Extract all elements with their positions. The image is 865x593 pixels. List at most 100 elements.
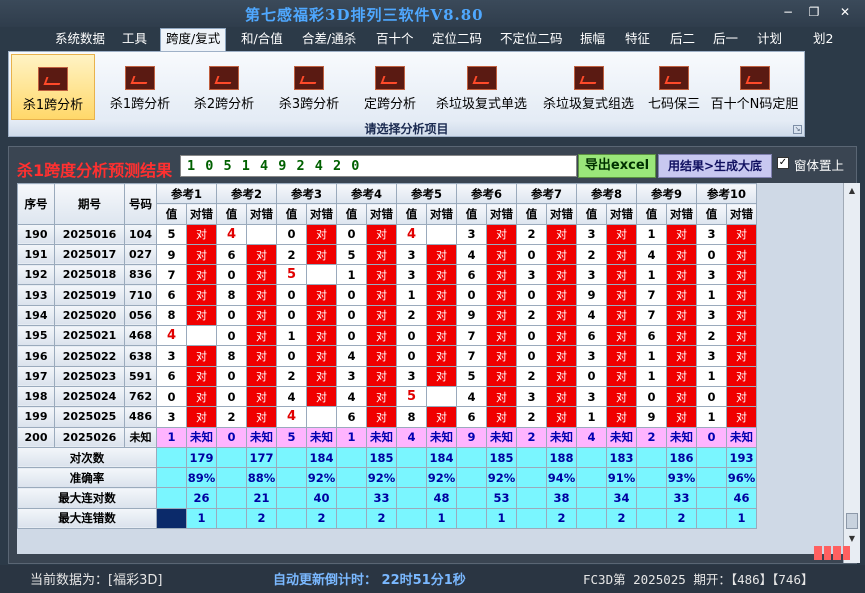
status-bar: 当前数据为：[福彩3D] 自动更新倒计时： 22时51分1秒 FC3D第 202…	[0, 565, 865, 593]
table-row[interactable]: 193 2025019 710 6 对 8 对 0 对 0 对 1 对 0 对 0 对 9 对 7 对 1 对	[17, 284, 757, 306]
stats-value: 96%	[726, 467, 757, 489]
header-value: 值	[216, 203, 247, 225]
close-button[interactable]: ✕	[836, 3, 854, 21]
ref-result: 对	[486, 243, 517, 266]
ref-value: 0	[276, 284, 307, 306]
ref-value: 3	[576, 223, 607, 245]
ref-result	[186, 325, 217, 347]
stay-on-top-checkbox[interactable]: ✓	[777, 157, 789, 169]
restore-button[interactable]: ❐	[805, 3, 823, 21]
menu-span-compound[interactable]: 跨度/复式	[160, 28, 227, 51]
ref-value: 3	[156, 406, 187, 428]
menu-amplitude[interactable]: 振幅	[580, 30, 605, 50]
table-row[interactable]: 195 2025021 468 4 0 对 1 对 0 对 0 对 7 对 0 对 6 对 6 对 2 对	[17, 325, 757, 347]
ref-value: 6	[156, 284, 187, 306]
row-period: 2025018	[54, 264, 125, 286]
table-row[interactable]: 198 2025024 762 0 对 0 对 4 对 4 对 5 4 对 3 对 3 对 0 对 0 对	[17, 385, 757, 408]
header-code: 号码	[124, 183, 157, 225]
analysis-panel: 杀1跨度分析预测结果 1 0 5 1 4 9 2 4 2 0 导出excel 用…	[8, 146, 860, 564]
menu-plan-2[interactable]: 划2	[813, 30, 833, 50]
scroll-thumb[interactable]	[846, 513, 858, 529]
menu-tools[interactable]: 工具	[122, 30, 147, 50]
menu-unfixed-two[interactable]: 不定位二码	[500, 30, 563, 50]
ref-value: 5	[336, 243, 367, 266]
result-numbers-field[interactable]: 1 0 5 1 4 9 2 4 2 0	[180, 155, 577, 177]
vertical-scrollbar[interactable]: ▲ ▼	[843, 183, 860, 563]
ref-value: 1	[696, 365, 727, 387]
scroll-up-icon[interactable]: ▲	[846, 185, 858, 197]
ribbon-label: 七码保三	[647, 97, 700, 112]
menu-features[interactable]: 特征	[625, 30, 650, 50]
ref-result: 对	[486, 223, 517, 245]
stats-empty	[576, 507, 607, 530]
header-correct: 对错	[366, 203, 397, 225]
kill1-span-button-selected[interactable]: 杀1跨分析	[11, 54, 95, 120]
ref-result: 对	[546, 223, 577, 245]
menu-sum[interactable]: 和/合值	[241, 30, 283, 50]
menu-last-one[interactable]: 后一	[713, 30, 738, 50]
ref-result: 对	[186, 304, 217, 327]
ref-value: 8	[216, 345, 247, 367]
seven-keep-three-button[interactable]: 七码保三	[643, 54, 705, 120]
row-seq: 190	[17, 223, 55, 245]
selected-cell[interactable]	[156, 507, 187, 530]
stats-empty	[636, 446, 667, 469]
row-seq: 199	[17, 406, 55, 428]
ref-value: 6	[456, 264, 487, 286]
export-excel-button[interactable]: 导出excel	[578, 154, 656, 178]
table-row[interactable]: 192 2025018 836 7 对 0 对 5 1 对 3 对 6 对 3 对 3 对 1 对 3 对	[17, 264, 757, 286]
table-row[interactable]: 199 2025025 486 3 对 2 对 4 6 对 8 对 6 对 2 对 1 对 9 对 1 对	[17, 406, 757, 428]
result-title: 杀1跨度分析预测结果	[17, 161, 173, 180]
menu-plan[interactable]: 计划	[757, 30, 782, 50]
table-row[interactable]: 191 2025017 027 9 对 6 对 2 对 5 对 3 对 4 对 0 对 2 对 4 对 0 对	[17, 243, 757, 266]
ref-value: 4	[336, 385, 367, 408]
table-row[interactable]: 194 2025020 056 8 对 0 对 0 对 0 对 2 对 9 对 2 对 4 对 7 对 3 对	[17, 304, 757, 327]
header-value: 值	[156, 203, 187, 225]
ref-value: 0	[276, 223, 307, 245]
ref-value: 8	[156, 304, 187, 327]
scroll-down-icon[interactable]: ▼	[846, 533, 858, 545]
row-code: 104	[124, 223, 157, 245]
stats-empty	[156, 467, 187, 489]
header-ref: 参考9	[636, 182, 697, 205]
kill3-span-button[interactable]: 杀3跨分析	[272, 54, 346, 120]
ref-value: 3	[576, 264, 607, 286]
menu-diff[interactable]: 合差/通杀	[302, 30, 356, 50]
menu-fixed-two[interactable]: 定位二码	[432, 30, 482, 50]
junk-single-button[interactable]: 杀垃圾复式单选	[430, 54, 533, 120]
stats-empty	[336, 487, 367, 509]
ref-value: 3	[396, 243, 427, 266]
ref-result: 对	[186, 264, 217, 286]
ref-value: 9	[636, 406, 667, 428]
ref-result: 对	[426, 304, 457, 327]
ref-value: 0	[516, 243, 547, 266]
ref-value: 7	[636, 304, 667, 327]
data-grid: 序号 期号 号码 参考1 参考2 参考3 参考4 参考5 参考6 参考7 参考8 参考9 参考10 值对…	[17, 182, 860, 563]
ref-result: 对	[546, 406, 577, 428]
kill1-span-button[interactable]: 杀1跨分析	[103, 54, 177, 120]
n-code-button[interactable]: 百十个N码定胆	[708, 54, 801, 120]
menu-last-two[interactable]: 后二	[670, 30, 695, 50]
title-bar: 第七感福彩3D排列三软件V8.80 − ❐ ✕	[0, 0, 865, 27]
ref-value: 4	[276, 385, 307, 408]
ref-value: 0	[636, 385, 667, 408]
menu-system-data[interactable]: 系统数据	[55, 30, 105, 50]
fixed-span-button[interactable]: 定跨分析	[355, 54, 425, 120]
ribbon-expand-icon[interactable]: ↘	[793, 125, 802, 134]
minimize-button[interactable]: −	[779, 3, 797, 21]
stats-value: 1	[486, 507, 517, 530]
ref-result: 对	[186, 243, 217, 266]
generate-base-button[interactable]: 用结果>生成大底	[658, 154, 772, 178]
kill2-span-button[interactable]: 杀2跨分析	[187, 54, 261, 120]
table-row[interactable]: 190 2025016 104 5 对 4 0 对 0 对 4 3 对 2 对 3 对 1 对 3 对	[17, 223, 757, 245]
table-row[interactable]: 196 2025022 638 3 对 8 对 0 对 4 对 0 对 7 对 0 对 3 对 1 对 3 对	[17, 345, 757, 367]
menu-positions[interactable]: 百十个	[376, 30, 414, 50]
junk-group-button[interactable]: 杀垃圾复式组选	[537, 54, 640, 120]
ref-result: 对	[246, 243, 277, 266]
header-correct: 对错	[726, 203, 757, 225]
pending-row[interactable]: 200 2025026 未知 1 未知 0 未知 5 未知 1 未知 4 未知 9 未知 2 未知 4 未知 2 未知 0…	[17, 426, 757, 448]
header-ref: 参考6	[456, 182, 517, 205]
ref-value: 5	[156, 223, 187, 245]
stats-value: 88%	[246, 467, 277, 489]
table-row[interactable]: 197 2025023 591 6 对 0 对 2 对 3 对 3 对 5 对 2 对 0 对 1 对 1 对	[17, 365, 757, 387]
